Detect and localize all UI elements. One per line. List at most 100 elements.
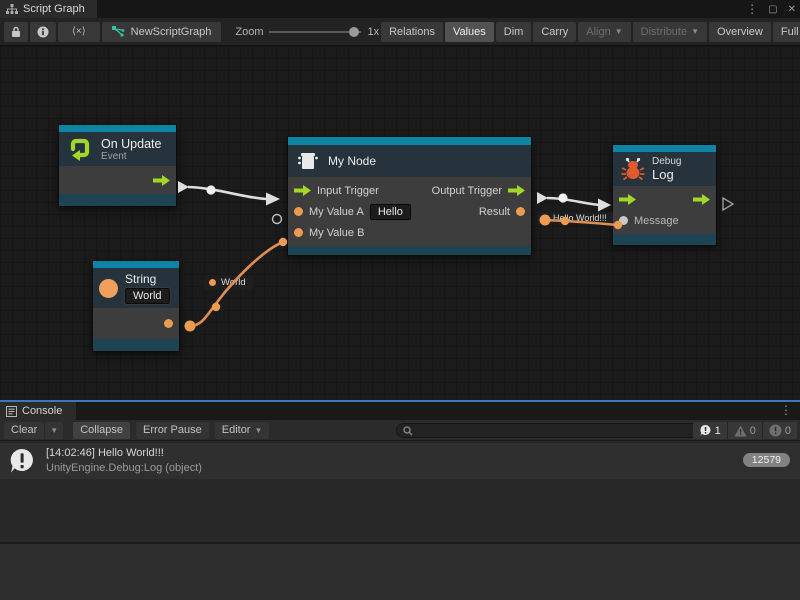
node-title: My Node (328, 154, 376, 168)
wire-endpoint-dot (279, 238, 287, 246)
window-titlebar: Script Graph ⋮ ▢ ✕ (0, 0, 800, 18)
gray-port-icon (619, 216, 628, 225)
trigger-output-port[interactable] (153, 175, 170, 186)
node-on-update[interactable]: On Update Event (58, 124, 177, 207)
bubble-text: Hello World!!! (553, 213, 607, 223)
my-value-b-port[interactable]: My Value B (294, 227, 364, 239)
value-bubble-world: World (204, 275, 253, 290)
info-count: 1 (715, 425, 721, 437)
distribute-label: Distribute (641, 26, 687, 38)
code-view-button[interactable]: ⟨×⟩ (58, 22, 100, 42)
editor-dropdown-button[interactable]: Editor ▼ (215, 422, 270, 439)
dim-button[interactable]: Dim (496, 22, 532, 42)
node-my-node[interactable]: My Node Input Trigger Output Trigger My … (287, 136, 532, 256)
my-value-b-label: My Value B (309, 227, 364, 239)
green-arrow-port-icon (619, 194, 636, 205)
error-pause-button[interactable]: Error Pause (136, 422, 209, 439)
string-output-port[interactable] (164, 319, 173, 328)
node-subtitle: Event (101, 151, 161, 162)
clear-label: Clear (11, 424, 37, 436)
tab-label: Script Graph (23, 3, 85, 15)
node-body (93, 308, 179, 339)
fullscreen-label: Full S (781, 26, 800, 38)
clear-button[interactable]: Clear (4, 422, 44, 439)
editor-label: Editor (222, 424, 251, 436)
console-menu-icon[interactable]: ⋮ (780, 403, 792, 417)
wire-arrowhead (266, 193, 280, 206)
tab-script-graph[interactable]: Script Graph (0, 0, 97, 18)
node-string[interactable]: String World (92, 260, 180, 352)
align-label: Align (586, 26, 610, 38)
align-dropdown-icon: ▼ (615, 27, 623, 36)
node-header: My Node (288, 145, 531, 177)
relations-button[interactable]: Relations (381, 22, 443, 42)
values-label: Values (453, 26, 486, 38)
node-header: String World (93, 268, 179, 308)
result-label: Result (479, 206, 510, 218)
window-close-icon[interactable]: ✕ (788, 4, 796, 15)
green-arrow-port-icon (693, 194, 710, 205)
node-footer (288, 246, 531, 255)
string-type-icon (99, 279, 118, 298)
error-icon (769, 424, 782, 437)
my-value-a-label: My Value A (309, 206, 364, 218)
collapse-button[interactable]: Collapse (73, 422, 130, 439)
distribute-button[interactable]: Distribute ▼ (633, 22, 707, 42)
graph-name: NewScriptGraph (131, 26, 212, 38)
wire-source-arrow (537, 192, 548, 204)
overview-button[interactable]: Overview (709, 22, 771, 42)
info-icon (37, 26, 49, 38)
node-accent-bar (613, 145, 716, 152)
error-count-badge[interactable]: 0 (762, 422, 797, 439)
on-update-loop-icon (67, 136, 93, 162)
my-value-a-port[interactable]: My Value A Hello (294, 204, 411, 220)
node-body (59, 166, 176, 194)
window-menu-icon[interactable]: ⋮ (746, 2, 758, 16)
fullscreen-button[interactable]: Full S (773, 22, 800, 42)
input-trigger-label: Input Trigger (317, 185, 379, 197)
info-count-badge[interactable]: 1 (693, 422, 727, 439)
result-port[interactable]: Result (479, 206, 525, 218)
node-accent-bar (59, 125, 176, 132)
log-stacktrace: UnityEngine.Debug:Log (object) (46, 461, 202, 476)
console-toolbar: Clear ▼ Collapse Error Pause Editor ▼ (0, 420, 800, 441)
node-header: Debug Log (613, 152, 716, 186)
my-value-a-field[interactable]: Hello (370, 204, 411, 220)
log-entry[interactable]: [14:02:46] Hello World!!! UnityEngine.De… (0, 443, 800, 479)
output-trigger-port[interactable]: Output Trigger (432, 185, 525, 197)
message-port[interactable]: Message (619, 215, 679, 227)
lock-button[interactable] (4, 22, 28, 42)
node-title: Log (652, 167, 681, 182)
zoom-slider[interactable] (269, 31, 361, 33)
green-arrow-port-icon (508, 185, 525, 196)
node-footer (93, 339, 179, 351)
zoom-slider-handle[interactable] (349, 27, 359, 37)
graph-canvas[interactable]: On Update Event String World (0, 46, 800, 400)
control-wire (188, 187, 267, 199)
node-category: Debug (652, 156, 681, 167)
node-header: On Update Event (59, 132, 176, 166)
console-search-input[interactable] (396, 423, 704, 438)
window-maximize-icon[interactable]: ▢ (768, 4, 777, 15)
node-debug-log[interactable]: Debug Log Message (612, 144, 717, 246)
info-button[interactable] (30, 22, 56, 42)
code-icon: ⟨×⟩ (72, 26, 86, 37)
collapse-label: Collapse (80, 424, 123, 436)
debug-output-trigger-port[interactable] (693, 194, 710, 205)
error-pause-label: Error Pause (143, 424, 202, 436)
debug-input-trigger-port[interactable] (619, 194, 636, 205)
align-button[interactable]: Align ▼ (578, 22, 630, 42)
string-value-field[interactable]: World (125, 288, 170, 304)
editor-dropdown-icon: ▼ (254, 426, 262, 435)
green-arrow-port-icon (153, 175, 170, 186)
carry-button[interactable]: Carry (533, 22, 576, 42)
graph-breadcrumb[interactable]: NewScriptGraph (102, 22, 222, 42)
values-button[interactable]: Values (445, 22, 494, 42)
clear-dropdown-button[interactable]: ▼ (44, 422, 63, 439)
node-footer (59, 194, 176, 206)
console-detail-pane[interactable] (0, 542, 800, 600)
input-trigger-port[interactable]: Input Trigger (294, 185, 379, 197)
warning-count-badge[interactable]: 0 (727, 422, 762, 439)
orange-port-icon (294, 228, 303, 237)
tab-console[interactable]: Console (0, 402, 76, 420)
